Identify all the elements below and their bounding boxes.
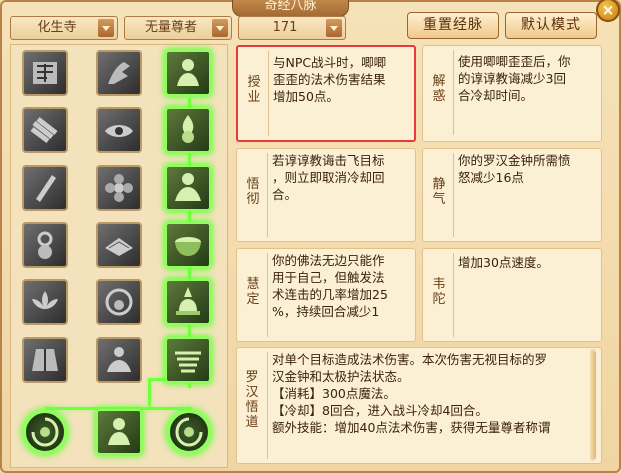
tiger-icon <box>175 351 201 373</box>
card-divider <box>267 253 268 337</box>
ability-card-shouye[interactable]: 授业 与NPC战斗时，唧唧 歪歪的法术伤害结果 增加50点。 <box>236 45 416 142</box>
ability-card-jingqi[interactable]: 静气 你的罗汉金钟所需愤 怒减少16点 <box>422 148 602 242</box>
halo-icon <box>105 288 133 316</box>
pagoda-icon <box>105 238 133 256</box>
meridian-slot[interactable] <box>165 50 211 96</box>
ability-card-wuche[interactable]: 悟彻 若谆谆教诲击飞目标 ，则立即取消冷却回 合。 <box>236 148 416 242</box>
ability-desc: 对单个目标造成法术伤害。本次伤害无视目标的罗 汉金钟和太极护法状态。 【消耗】3… <box>272 352 551 435</box>
chevron-down-icon[interactable] <box>326 19 342 37</box>
faction-select[interactable]: 无量尊者 <box>124 16 232 40</box>
meridian-slot[interactable] <box>22 279 68 325</box>
ability-desc: 与NPC战斗时，唧唧 歪歪的法术伤害结果 增加50点。 <box>273 55 387 104</box>
ability-card-weituo[interactable]: 韦陀 增加30点速度。 <box>422 248 602 342</box>
meridian-slot[interactable] <box>22 107 68 153</box>
meridian-slot[interactable] <box>22 165 68 211</box>
ability-desc: 增加30点速度。 <box>458 255 549 270</box>
school-select[interactable]: 化生寺 <box>10 16 118 40</box>
tree-connector <box>148 378 151 408</box>
ability-card-jiehuo[interactable]: 解惑 使用唧唧歪歪后，你 的谆谆教诲减少3回 合冷却时间。 <box>422 45 602 142</box>
desc-scrollbar[interactable] <box>590 349 596 461</box>
scroll-bundle-icon <box>30 117 58 143</box>
ability-desc: 你的佛法无边只能作 用于自己，但触发法 术连击的几率增加25 %，持续回合减少1 <box>272 253 388 319</box>
seated-buddha-icon <box>107 347 131 372</box>
right-orb-icon <box>175 417 203 447</box>
ability-name: 解惑 <box>432 74 446 104</box>
card-divider <box>453 50 454 135</box>
ability-card-huiding[interactable]: 慧定 你的佛法无边只能作 用于自己，但触发法 术连击的几率增加25 %，持续回合… <box>236 248 416 342</box>
reset-meridian-button[interactable]: 重置经脉 <box>407 12 499 39</box>
ability-desc: 使用唧唧歪歪后，你 的谆谆教诲减少3回 合冷却时间。 <box>458 54 571 103</box>
card-divider <box>267 153 268 237</box>
ability-name: 韦陀 <box>432 277 446 307</box>
window-title: 奇经八脉 <box>232 0 349 17</box>
scroll-thumb[interactable] <box>590 351 596 459</box>
meridian-slot[interactable] <box>22 337 68 383</box>
monk-sit-icon <box>175 173 201 201</box>
scripture-icon <box>36 175 56 202</box>
ability-card-luohan-wudao[interactable]: 罗汉悟道 对单个目标造成法术伤害。本次伤害无视目标的罗 汉金钟和太极护法状态。 … <box>236 347 602 464</box>
ability-name: 慧定 <box>246 277 260 307</box>
stupa-icon <box>176 287 200 315</box>
meridian-slot[interactable] <box>96 50 142 96</box>
meridian-slot[interactable] <box>22 222 68 268</box>
meridian-slot[interactable] <box>96 279 142 325</box>
ability-name: 罗汉悟道 <box>245 370 259 430</box>
shadow-hand-icon <box>108 62 130 84</box>
ability-desc: 你的罗汉金钟所需愤 怒减少16点 <box>458 153 571 185</box>
meridian-slot[interactable] <box>96 222 142 268</box>
monk-meditate-icon <box>177 59 199 86</box>
eye-icon <box>105 125 133 137</box>
flower-icon <box>105 174 133 202</box>
card-divider <box>453 153 454 237</box>
meridian-slot[interactable] <box>165 279 211 325</box>
close-icon: × <box>601 1 615 19</box>
card-divider <box>453 253 454 337</box>
meridian-orb[interactable] <box>23 410 67 454</box>
meridian-slot[interactable] <box>96 409 142 455</box>
meridian-slot[interactable] <box>165 337 211 383</box>
faction-select-value: 无量尊者 <box>144 20 197 35</box>
meridian-slot[interactable] <box>165 165 211 211</box>
points-select-value: 171 <box>272 20 298 35</box>
left-orb-icon <box>31 417 59 447</box>
ability-desc: 若谆谆教诲击飞目标 ，则立即取消冷却回 合。 <box>272 153 385 202</box>
meridian-slot[interactable] <box>96 337 142 383</box>
default-mode-button[interactable]: 默认模式 <box>505 12 597 39</box>
robe-icon <box>32 349 58 371</box>
meridian-slot[interactable] <box>96 107 142 153</box>
meridian-slot[interactable] <box>22 50 68 96</box>
points-select[interactable]: 171 <box>238 16 346 40</box>
ability-name: 悟彻 <box>246 177 260 207</box>
ability-name: 授业 <box>247 75 261 105</box>
ability-name: 静气 <box>432 177 446 207</box>
card-divider <box>267 352 268 459</box>
meridian-orb[interactable] <box>167 410 211 454</box>
school-select-value: 化生寺 <box>37 20 77 35</box>
chevron-down-icon[interactable] <box>98 19 114 37</box>
amulet-icon <box>37 231 53 259</box>
lotus-icon <box>32 291 58 309</box>
zen-bowl-icon <box>175 237 201 256</box>
meridian-slot[interactable] <box>96 165 142 211</box>
center-monk-icon <box>108 418 130 445</box>
meridian-slot[interactable] <box>165 222 211 268</box>
chevron-down-icon[interactable] <box>212 19 228 37</box>
rune-book-icon <box>33 62 57 84</box>
meridian-slot[interactable] <box>165 107 211 153</box>
card-divider <box>268 51 269 136</box>
monk-flame-icon <box>182 115 194 143</box>
